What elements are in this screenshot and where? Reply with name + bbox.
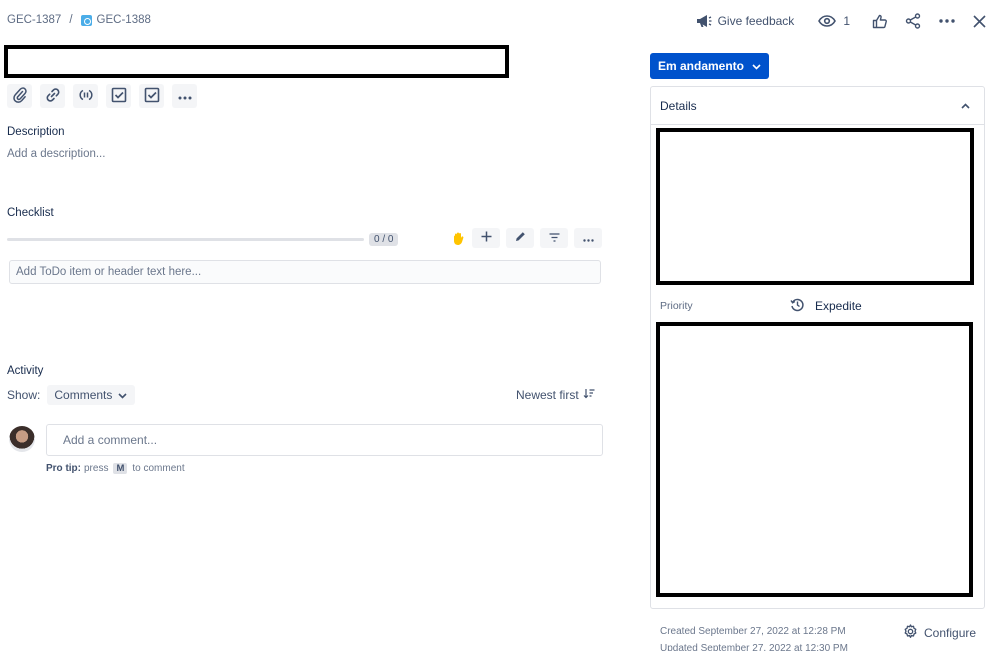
issue-actions: Give feedback 1 <box>696 10 986 32</box>
breadcrumb-current-link[interactable]: GEC-1388 <box>97 14 151 26</box>
chevron-down-icon <box>118 388 127 402</box>
status-button[interactable]: Em andamento <box>650 53 769 79</box>
description-heading: Description <box>7 126 65 138</box>
chevron-down-icon <box>752 59 761 73</box>
breadcrumb-parent-link[interactable]: GEC-1387 <box>7 14 61 26</box>
link-icon <box>45 87 61 106</box>
child-issue-icon <box>78 88 93 105</box>
issue-title-redacted[interactable] <box>4 45 509 78</box>
link-issue-button[interactable] <box>40 84 65 108</box>
configure-label: Configure <box>924 626 977 640</box>
more-checklist-button[interactable] <box>574 228 602 248</box>
eye-icon <box>818 15 837 27</box>
give-feedback-label: Give feedback <box>717 14 795 28</box>
description-placeholder[interactable]: Add a description... <box>7 148 105 160</box>
checklist-icon <box>111 87 127 106</box>
activity-filter-select[interactable]: Comments <box>47 385 136 405</box>
checklist-button-2[interactable] <box>139 84 164 108</box>
checklist-icon <box>144 87 160 106</box>
edit-checklist-button[interactable] <box>506 228 534 248</box>
pencil-icon <box>515 231 526 245</box>
chevron-up-icon[interactable] <box>958 99 972 113</box>
checklist-item-input[interactable] <box>9 260 601 284</box>
more-actions-button[interactable] <box>939 19 955 23</box>
pro-tip-press: press <box>84 463 109 474</box>
activity-heading: Activity <box>7 365 44 377</box>
priority-field[interactable]: Expedite <box>790 297 862 315</box>
comment-input[interactable] <box>46 424 603 456</box>
filter-icon <box>549 231 560 245</box>
updated-timestamp: Updated September 27, 2022 at 12:30 PM <box>660 643 848 651</box>
sort-descending-icon <box>583 388 595 402</box>
pro-tip-label: Pro tip: <box>46 463 81 474</box>
megaphone-icon <box>696 14 712 28</box>
avatar <box>9 426 35 452</box>
add-checklist-item-button[interactable] <box>472 228 500 248</box>
more-icon <box>582 231 594 245</box>
sort-order-label: Newest first <box>516 388 579 402</box>
status-label: Em andamento <box>657 59 744 73</box>
details-title: Details <box>660 99 697 113</box>
share-button[interactable] <box>905 13 921 29</box>
priority-value: Expedite <box>815 299 862 313</box>
hand-wave-icon[interactable] <box>450 230 466 246</box>
child-issue-button[interactable] <box>73 84 98 108</box>
more-icon <box>939 19 955 23</box>
created-timestamp: Created September 27, 2022 at 12:28 PM <box>660 626 846 637</box>
more-icon <box>178 89 192 103</box>
sort-order-button[interactable]: Newest first <box>516 388 595 402</box>
checklist-button[interactable] <box>106 84 131 108</box>
activity-filter-value: Comments <box>54 388 113 402</box>
vote-button[interactable] <box>872 14 887 29</box>
subtask-type-icon <box>80 14 92 26</box>
more-toolbar-button[interactable] <box>172 84 197 108</box>
redacted-fields-block <box>656 128 974 285</box>
pro-tip-suffix: to comment <box>132 463 185 474</box>
issue-toolbar <box>7 84 197 108</box>
share-icon <box>905 13 921 29</box>
close-icon <box>973 14 986 28</box>
filter-checklist-button[interactable] <box>540 228 568 248</box>
show-label: Show: <box>7 388 41 402</box>
checklist-heading: Checklist <box>7 207 54 219</box>
checklist-tools <box>450 228 602 248</box>
activity-filter-row: Show: Comments <box>7 385 136 405</box>
give-feedback-button[interactable]: Give feedback <box>696 14 795 28</box>
attachment-icon <box>12 86 27 106</box>
breadcrumb-separator: / <box>69 14 73 26</box>
checklist-progress-count: 0 / 0 <box>369 233 399 246</box>
pro-tip-key: M <box>113 463 128 474</box>
attach-button[interactable] <box>7 84 32 108</box>
close-button[interactable] <box>973 14 986 28</box>
watchers-count: 1 <box>843 14 850 28</box>
gear-icon <box>903 624 918 642</box>
details-header[interactable] <box>651 87 984 125</box>
plus-icon <box>481 231 492 245</box>
thumbs-up-icon <box>872 14 887 29</box>
pro-tip: Pro tip: press M to comment <box>46 463 185 474</box>
priority-label: Priority <box>660 300 693 312</box>
checklist-progress-bar <box>7 238 364 241</box>
breadcrumb: GEC-1387 / GEC-1388 <box>7 14 151 26</box>
redacted-fields-block-2 <box>656 322 973 597</box>
watch-button[interactable]: 1 <box>818 14 850 28</box>
expedite-priority-icon <box>790 297 805 315</box>
configure-button[interactable]: Configure <box>903 624 976 642</box>
